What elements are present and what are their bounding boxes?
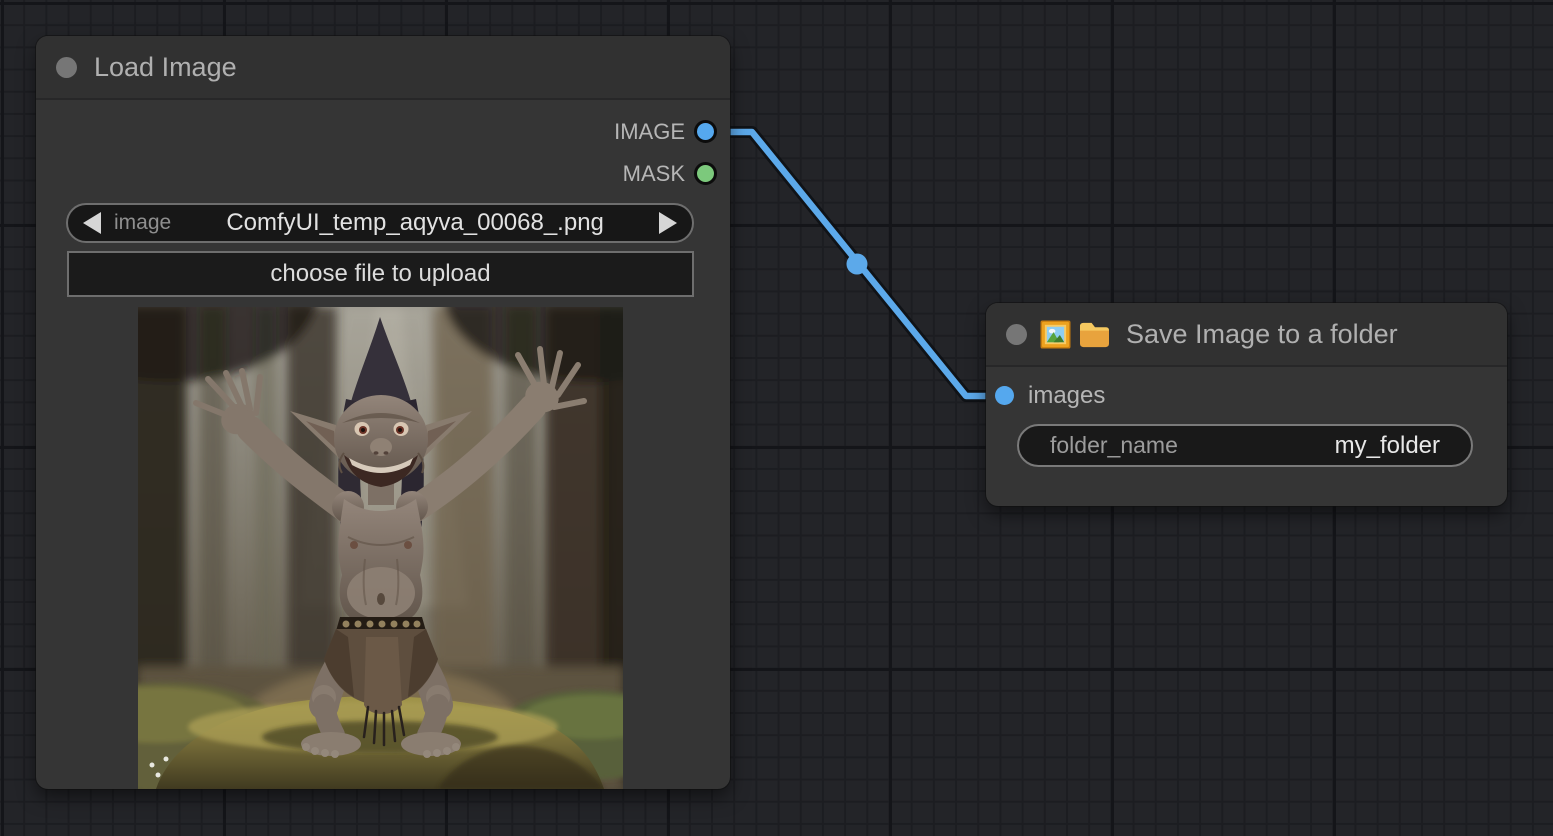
node-title: Save Image to a folder [1126,319,1398,350]
collapse-dot-icon[interactable] [1006,324,1027,345]
combo-value: ComfyUI_temp_aqyva_00068_.png [171,209,659,237]
image-combo-widget[interactable]: image ComfyUI_temp_aqyva_00068_.png [66,203,694,243]
choose-file-button[interactable]: choose file to upload [67,251,694,297]
troll-forest-illustration [138,307,623,789]
folder-name-label: folder_name [1050,432,1178,459]
link-midpoint-dot[interactable] [847,254,868,275]
folder-name-value: my_folder [1335,432,1440,460]
node-title: Load Image [94,52,237,83]
folder-icon [1078,320,1111,349]
node-load-image[interactable]: Load Image IMAGE MASK image ComfyUI_temp… [36,36,730,789]
node-graph-canvas[interactable]: Load Image IMAGE MASK image ComfyUI_temp… [0,0,1553,836]
combo-prev-arrow-icon[interactable] [83,212,101,234]
combo-label: image [114,211,171,235]
node-save-image-to-folder[interactable]: Save Image to a folder images folder_nam… [986,303,1507,506]
input-label-images: images [1028,382,1105,410]
framed-picture-icon [1040,320,1071,349]
output-label-mask: MASK [623,161,685,187]
input-dot-images[interactable] [995,386,1014,405]
load-image-titlebar[interactable]: Load Image [36,36,730,100]
output-label-image: IMAGE [614,119,685,145]
output-dot-image[interactable] [694,120,717,143]
folder-name-widget[interactable]: folder_name my_folder [1017,424,1473,467]
save-image-titlebar[interactable]: Save Image to a folder [986,303,1507,367]
image-preview [138,307,623,789]
combo-next-arrow-icon[interactable] [659,212,677,234]
output-dot-mask[interactable] [694,162,717,185]
collapse-dot-icon[interactable] [56,57,77,78]
